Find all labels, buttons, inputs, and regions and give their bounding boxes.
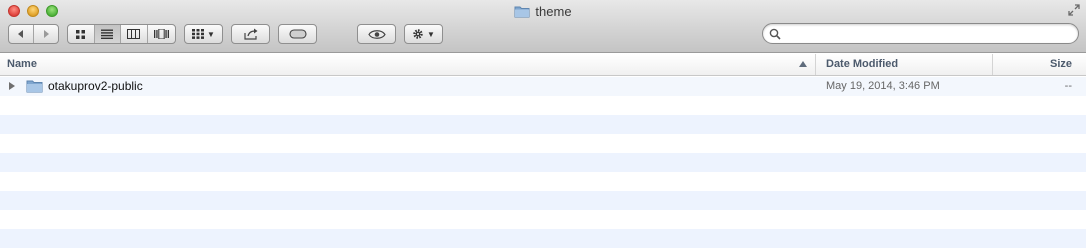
tag-pill-icon — [288, 29, 307, 39]
file-size: -- — [1064, 80, 1072, 92]
fullscreen-icon[interactable] — [1068, 4, 1080, 16]
icon-view-icon — [76, 29, 86, 39]
arrange-button[interactable]: ▼ — [184, 24, 223, 44]
date-modified-column-header[interactable]: Date Modified — [815, 54, 992, 75]
list-view-button[interactable] — [94, 25, 122, 43]
share-icon — [243, 28, 257, 40]
search-input[interactable] — [785, 26, 1070, 41]
tags-button[interactable] — [278, 24, 317, 44]
arrange-grid-icon — [192, 29, 205, 39]
quick-look-button[interactable] — [357, 24, 396, 44]
column-header: Name Date Modified Size — [0, 54, 1086, 76]
chevron-right-icon — [43, 30, 49, 38]
file-date-modified: May 19, 2014, 3:46 PM — [826, 80, 940, 92]
column-view-button[interactable] — [121, 25, 148, 43]
window-title-text: theme — [535, 3, 572, 19]
back-button[interactable] — [9, 25, 34, 43]
folder-icon — [26, 80, 43, 93]
cover-flow-button[interactable] — [148, 25, 175, 43]
column-view-icon — [127, 29, 141, 39]
file-list: otakuprov2-public May 19, 2014, 3:46 PM … — [0, 77, 1086, 248]
name-column-header[interactable]: Name — [0, 54, 815, 75]
table-row[interactable]: otakuprov2-public May 19, 2014, 3:46 PM … — [0, 77, 1086, 96]
forward-button[interactable] — [34, 25, 58, 43]
folder-icon — [514, 6, 530, 17]
size-column-header[interactable]: Size — [992, 54, 1086, 75]
empty-row — [0, 115, 1086, 134]
sort-ascending-icon — [799, 61, 807, 67]
cover-flow-icon — [153, 29, 169, 39]
eye-icon — [367, 29, 386, 39]
view-mode-control — [67, 24, 176, 44]
window-title: theme — [0, 3, 1086, 19]
action-button[interactable]: ▼ — [404, 24, 443, 44]
icon-view-button[interactable] — [68, 25, 95, 43]
back-forward-control — [8, 24, 59, 44]
empty-row — [0, 191, 1086, 210]
chevron-down-icon: ▼ — [207, 29, 215, 39]
gear-icon — [413, 29, 423, 39]
file-name: otakuprov2-public — [48, 79, 143, 93]
chevron-down-icon: ▼ — [427, 29, 435, 39]
empty-row — [0, 229, 1086, 248]
disclosure-triangle-icon[interactable] — [9, 82, 15, 90]
share-button[interactable] — [231, 24, 270, 44]
search-icon — [769, 28, 781, 40]
empty-row — [0, 153, 1086, 172]
search-field[interactable] — [762, 23, 1079, 44]
list-view-icon — [101, 29, 114, 39]
chevron-left-icon — [17, 30, 23, 38]
window-toolbar: theme ▼ ▼ — [0, 0, 1086, 53]
